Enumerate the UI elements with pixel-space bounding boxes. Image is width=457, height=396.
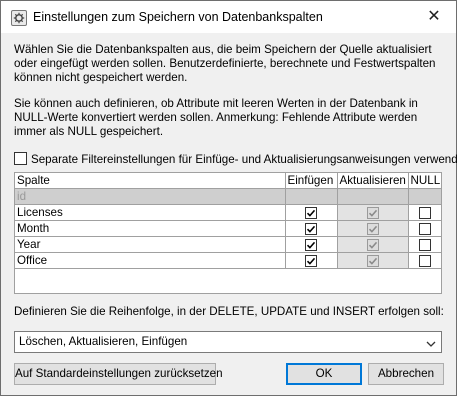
insert-checkbox[interactable]	[305, 206, 317, 219]
null-checkbox[interactable]	[418, 222, 431, 235]
insert-checkbox[interactable]	[305, 238, 317, 251]
row-name: id	[15, 188, 286, 205]
intro-text-null: Sie können auch definieren, ob Attribute…	[14, 97, 418, 138]
grid-header-row: Spalte Einfügen Aktualisieren NULL	[15, 173, 441, 189]
dialog-window: Einstellungen zum Speichern von Datenban…	[0, 0, 457, 396]
update-checkbox	[366, 206, 379, 219]
row-name: Month	[15, 220, 286, 237]
row-name: Year	[15, 236, 286, 253]
header-column[interactable]: Spalte	[15, 173, 286, 189]
ok-button[interactable]: OK	[286, 363, 362, 385]
close-icon: ✕	[427, 8, 441, 25]
table-row[interactable]: Licenses	[15, 204, 441, 221]
null-checkbox[interactable]	[418, 238, 431, 251]
header-update[interactable]: Aktualisieren	[336, 173, 409, 189]
table-row: id	[15, 188, 441, 205]
title-bar: Einstellungen zum Speichern von Datenban…	[1, 1, 456, 33]
insert-checkbox[interactable]	[305, 222, 317, 235]
cancel-button[interactable]: Abbrechen	[368, 363, 444, 385]
update-checkbox	[366, 254, 379, 267]
dialog-title: Einstellungen zum Speichern von Datenban…	[33, 10, 323, 24]
null-checkbox[interactable]	[418, 254, 431, 267]
order-select[interactable]: Löschen, Aktualisieren, Einfügen	[14, 331, 442, 353]
separate-filter-checkbox[interactable]	[14, 152, 27, 165]
separate-filter-label: Separate Filtereinstellungen für Einfüge…	[31, 153, 457, 166]
table-row[interactable]: Month	[15, 220, 441, 237]
table-row[interactable]: Year	[15, 236, 441, 253]
separate-filter-option[interactable]: Separate Filtereinstellungen für Einfüge…	[14, 152, 457, 166]
intro-text-selection: Wählen Sie die Datenbankspalten aus, die…	[14, 43, 436, 84]
insert-checkbox[interactable]	[305, 254, 317, 267]
update-checkbox	[366, 222, 379, 235]
row-name: Office	[15, 252, 286, 269]
null-checkbox[interactable]	[418, 206, 431, 219]
header-insert[interactable]: Einfügen	[284, 173, 338, 189]
row-name: Licenses	[15, 204, 286, 221]
update-checkbox	[366, 238, 379, 251]
columns-grid: Spalte Einfügen Aktualisieren NULL id Li…	[14, 172, 442, 294]
chevron-down-icon	[426, 337, 436, 351]
order-select-value: Löschen, Aktualisieren, Einfügen	[19, 335, 188, 348]
order-label: Definieren Sie die Reihenfolge, in der D…	[14, 305, 444, 318]
table-row[interactable]: Office	[15, 252, 441, 269]
database-settings-icon	[11, 10, 27, 26]
close-button[interactable]: ✕	[412, 1, 456, 33]
reset-defaults-button[interactable]: Auf Standardeinstellungen zurücksetzen	[14, 363, 223, 385]
header-null[interactable]: NULL	[407, 173, 441, 189]
